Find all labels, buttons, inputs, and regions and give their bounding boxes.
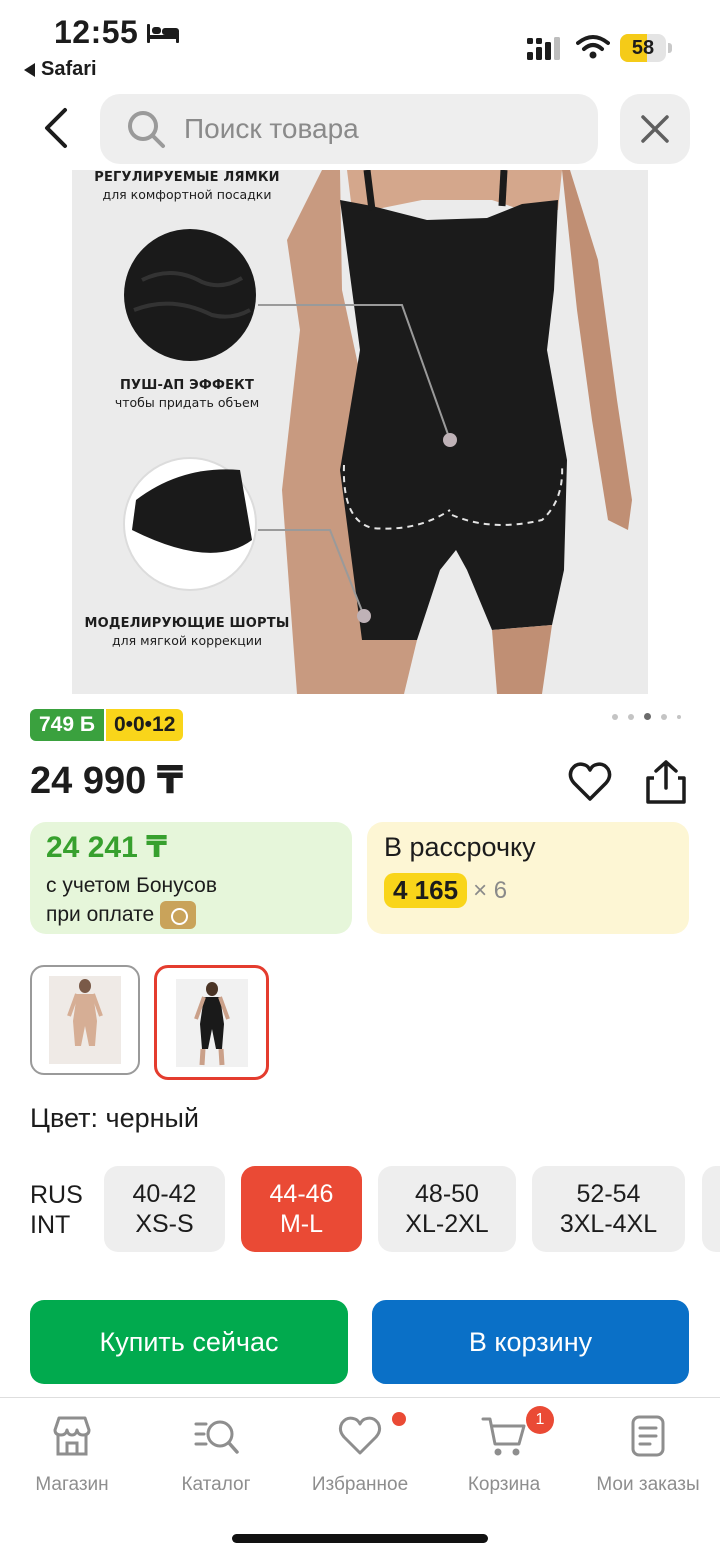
cart-count-badge: 1 <box>526 1406 554 1434</box>
installment-multiplier: × 6 <box>473 876 508 904</box>
catalog-search-icon <box>194 1420 239 1454</box>
tab-label: Магазин <box>35 1474 109 1495</box>
size-int: XS-S <box>135 1210 194 1238</box>
status-time: 12:55 <box>54 14 139 50</box>
color-label: Цвет: черный <box>30 1103 200 1133</box>
chevron-left-icon <box>45 108 67 148</box>
carousel-dot[interactable] <box>661 713 667 720</box>
callout-subtitle: чтобы придать объем <box>114 395 260 410</box>
cellular-signal-icon <box>527 37 560 60</box>
search-bar[interactable] <box>100 94 598 164</box>
tab-label: Избранное <box>311 1474 409 1495</box>
installment-title: В рассрочку <box>384 832 536 862</box>
tab-label: Корзина <box>467 1474 541 1495</box>
size-int: M-L <box>279 1210 324 1238</box>
callout-title: ПУШ-АП ЭФФЕКТ <box>119 378 255 393</box>
wifi-icon <box>576 35 610 59</box>
variant-photo-nude <box>67 979 103 1046</box>
variant-thumb-nude[interactable] <box>30 965 140 1075</box>
callout-shorts: МОДЕЛИРУЮЩИЕ ШОРТЫ для мягкой коррекции <box>72 616 302 648</box>
share-icon <box>646 760 686 804</box>
close-icon <box>641 115 669 143</box>
tab-label: Мои заказы <box>596 1474 700 1495</box>
bonus-card-icon <box>160 901 197 930</box>
callout-subtitle: для комфортной посадки <box>102 187 272 202</box>
size-axis-rus: RUS <box>30 1181 83 1209</box>
size-rus: 52-54 <box>576 1180 641 1208</box>
size-rus: 40-42 <box>132 1180 197 1208</box>
size-axis-int: INT <box>30 1211 71 1239</box>
size-option-1[interactable]: 44-46 M-L <box>241 1166 362 1252</box>
carousel-dot[interactable] <box>628 713 634 720</box>
callout-title: МОДЕЛИРУЮЩИЕ ШОРТЫ <box>84 616 290 631</box>
sleep-focus-icon <box>147 24 179 43</box>
carousel-dot[interactable] <box>644 713 651 720</box>
bonus-price-card[interactable]: 24 241 ₸ с учетом Бонусов при оплате <box>30 822 352 934</box>
tab-favorites[interactable]: Избранное <box>288 1412 432 1496</box>
home-indicator <box>232 1534 488 1543</box>
buy-now-button[interactable]: Купить сейчас <box>30 1300 348 1384</box>
search-icon <box>128 111 165 148</box>
battery-level: 58 <box>631 37 655 59</box>
bonus-line-1: с учетом Бонусов <box>46 874 217 897</box>
installment-badge: 0•0•12 <box>105 709 184 741</box>
size-option-2[interactable]: 48-50 XL-2XL <box>378 1166 516 1252</box>
heart-icon <box>568 762 612 801</box>
orders-icon <box>631 1415 665 1457</box>
size-rus: 48-50 <box>415 1180 479 1208</box>
battery-indicator: 58 <box>620 34 672 62</box>
cart-icon <box>481 1417 526 1456</box>
promo-badges: 749 Б 0•0•12 <box>30 709 184 741</box>
back-triangle-icon <box>24 62 35 77</box>
tab-label: Каталог <box>181 1474 251 1495</box>
installment-amount: 4 165 <box>384 873 468 908</box>
tab-orders[interactable]: Мои заказы <box>576 1412 720 1496</box>
favorites-dot <box>392 1412 406 1426</box>
share-button[interactable] <box>642 758 690 806</box>
favorite-button[interactable] <box>566 758 614 806</box>
back-to-safari[interactable]: Safari <box>24 58 97 81</box>
size-option-more[interactable] <box>702 1166 720 1252</box>
carousel-dot[interactable] <box>677 714 681 719</box>
product-image[interactable]: РЕГУЛИРУЕМЫЕ ЛЯМКИ для комфортной посадк… <box>72 170 648 694</box>
carousel-dot[interactable] <box>612 713 618 720</box>
tab-cart[interactable]: 1 Корзина <box>432 1406 576 1496</box>
product-price: 24 990 ₸ <box>30 760 184 802</box>
add-to-cart-button[interactable]: В корзину <box>372 1300 689 1384</box>
size-int: XL-2XL <box>405 1210 489 1238</box>
store-icon <box>53 1416 91 1456</box>
callout-title: РЕГУЛИРУЕМЫЕ ЛЯМКИ <box>94 170 280 185</box>
back-app-label: Safari <box>41 58 97 80</box>
size-option-3[interactable]: 52-54 3XL-4XL <box>532 1166 685 1252</box>
size-option-0[interactable]: 40-42 XS-S <box>104 1166 225 1252</box>
tab-catalog[interactable]: Каталог <box>144 1412 288 1496</box>
bonus-badge: 749 Б <box>30 709 104 741</box>
bonus-line-2: при оплате <box>46 903 155 926</box>
carousel-dots[interactable] <box>612 713 681 720</box>
variant-photo-black <box>193 981 230 1065</box>
installment-card[interactable]: В рассрочку 4 165 × 6 <box>367 822 689 934</box>
status-bar: 12:55 Safari 58 <box>0 0 720 90</box>
heart-icon <box>338 1416 382 1455</box>
tab-store[interactable]: Магазин <box>0 1412 144 1496</box>
callout-pushup: ПУШ-АП ЭФФЕКТ чтобы придать объем <box>72 378 302 410</box>
search-input[interactable] <box>184 113 564 145</box>
size-int: 3XL-4XL <box>559 1210 658 1238</box>
callout-subtitle: для мягкой коррекции <box>112 633 262 648</box>
variant-thumb-black[interactable] <box>154 965 269 1080</box>
size-rus: 44-46 <box>269 1180 334 1208</box>
callout-straps: РЕГУЛИРУЕМЫЕ ЛЯМКИ для комфортной посадк… <box>72 170 302 202</box>
close-button[interactable] <box>620 94 690 164</box>
back-button[interactable] <box>30 100 82 156</box>
size-axis-labels: RUS INT <box>30 1180 83 1240</box>
bonus-price: 24 241 ₸ <box>46 831 167 864</box>
